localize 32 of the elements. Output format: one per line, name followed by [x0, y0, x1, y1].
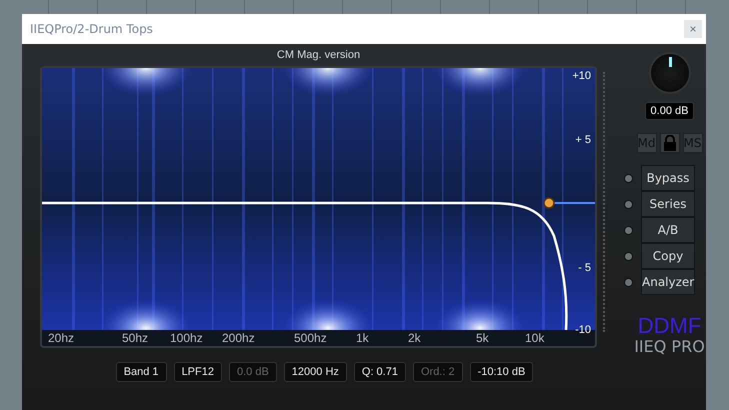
version-label: CM Mag. version: [276, 48, 360, 63]
window-title: IIEQPro/2-Drum Tops: [30, 22, 153, 36]
product-name: IIEQ PRO: [634, 337, 705, 356]
db-label: - 5: [578, 262, 591, 274]
action-button[interactable]: Series: [641, 191, 695, 217]
lock-button[interactable]: [660, 133, 680, 153]
band-parameter-button[interactable]: Q: 0.71: [354, 362, 406, 382]
frequency-label: 50hz: [122, 330, 148, 346]
frequency-label: 20hz: [48, 330, 74, 346]
lock-icon: [662, 135, 676, 151]
frequency-label: 2k: [408, 330, 421, 346]
frequency-label: 500hz: [294, 330, 327, 346]
action-button[interactable]: Analyzer: [641, 269, 695, 295]
frequency-label: 1k: [356, 330, 369, 346]
db-label: + 5: [575, 134, 591, 146]
close-button[interactable]: ×: [684, 20, 702, 38]
frequency-label: 200hz: [222, 330, 255, 346]
gain-knob[interactable]: [648, 52, 690, 94]
action-button[interactable]: A/B: [641, 217, 695, 243]
band-parameter-button[interactable]: Band 1: [116, 362, 167, 382]
db-label: +10: [572, 70, 591, 82]
frequency-label: 10k: [525, 330, 544, 346]
frequency-label: 100hz: [170, 330, 203, 346]
band-parameter-button[interactable]: LPF12: [174, 362, 222, 382]
frequency-label: 5k: [476, 330, 489, 346]
band-parameter-button[interactable]: 12000 Hz: [284, 362, 347, 382]
action-button[interactable]: Bypass: [641, 165, 695, 191]
brand-logo: DDMF: [638, 315, 702, 337]
action-button[interactable]: Copy: [641, 243, 695, 269]
gain-readout: 0.00 dB: [644, 102, 694, 120]
band-handle[interactable]: [543, 197, 555, 209]
band-parameter-button[interactable]: -10:10 dB: [470, 362, 534, 382]
